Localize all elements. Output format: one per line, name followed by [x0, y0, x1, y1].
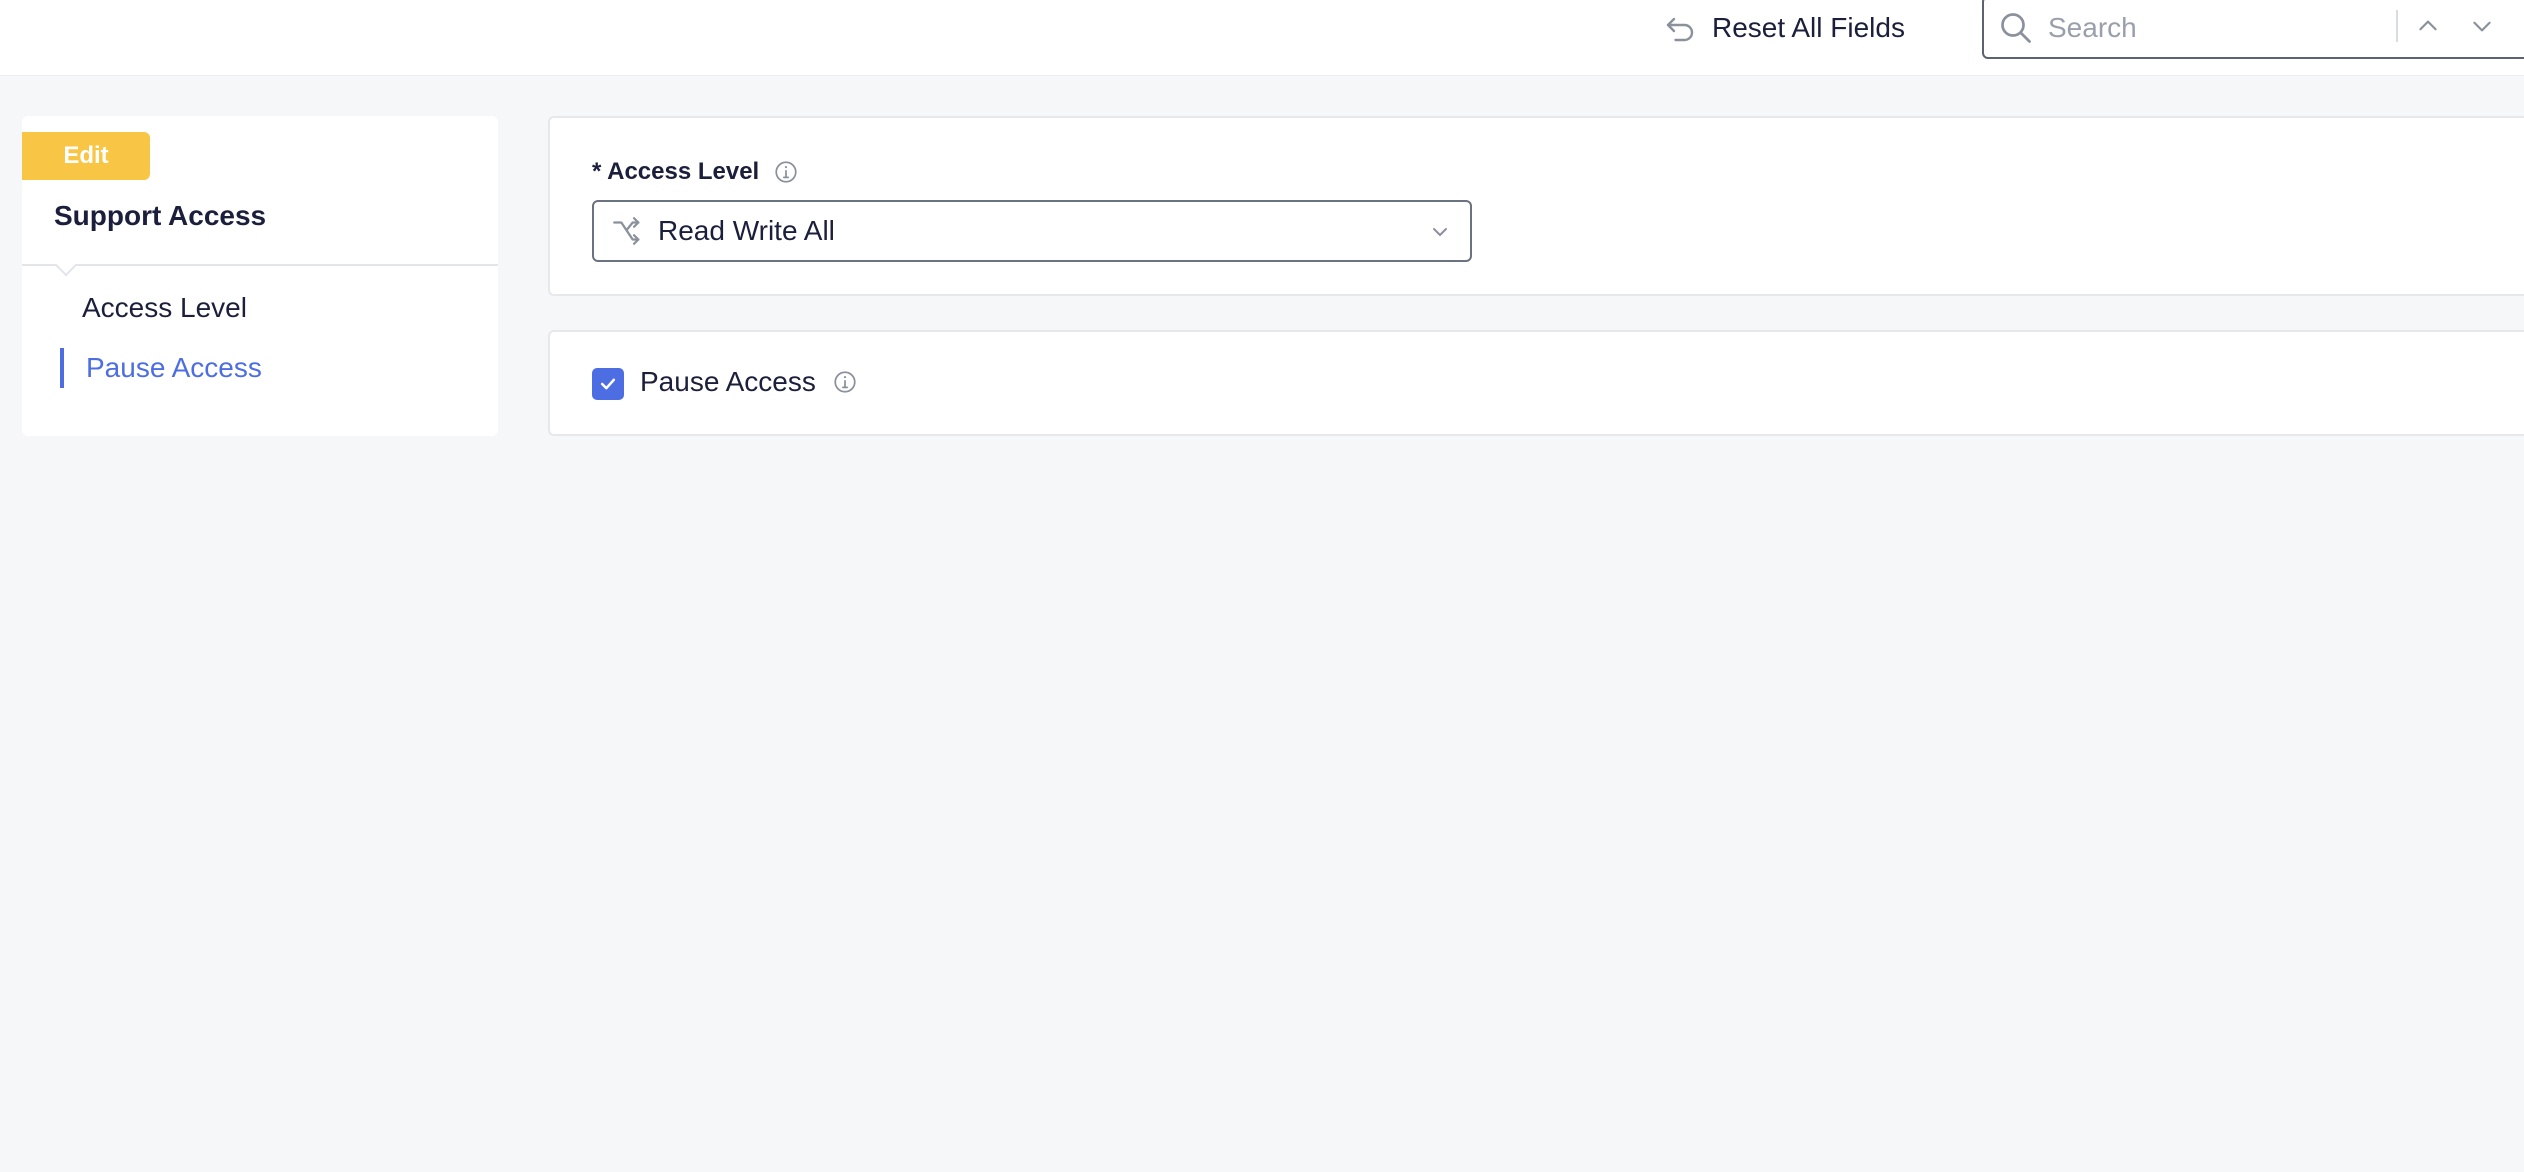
info-icon[interactable] — [773, 159, 799, 185]
search-box[interactable] — [1982, 0, 2524, 59]
access-level-label-row: * Access Level — [592, 158, 799, 186]
nav-item-access-level[interactable]: Access Level — [82, 292, 247, 324]
checkmark-icon — [600, 378, 616, 390]
reset-all-fields-button[interactable]: Reset All Fields — [1662, 8, 1905, 48]
search-divider — [2396, 10, 2398, 42]
access-level-label: * Access Level — [592, 158, 760, 185]
chevron-up-icon — [2419, 20, 2437, 31]
pause-access-card: Pause Access — [548, 330, 2524, 436]
search-input[interactable] — [2048, 11, 2378, 44]
nav-item-pause-access[interactable]: Pause Access — [86, 352, 262, 384]
divider-notch — [54, 253, 78, 277]
search-icon — [2001, 12, 2031, 43]
pause-access-checkbox[interactable] — [592, 368, 624, 400]
edit-badge: Edit — [22, 132, 150, 180]
access-level-select[interactable]: Read Write All — [592, 200, 1472, 262]
reset-all-fields-label: Reset All Fields — [1712, 12, 1905, 43]
section-divider — [22, 264, 498, 266]
access-level-value: Read Write All — [658, 215, 835, 246]
section-navigation-panel: Edit Support Access Access Level Pause A… — [22, 116, 498, 436]
shuffle-icon — [613, 217, 640, 245]
return-arrow-icon — [1666, 17, 1694, 42]
section-title: Support Access — [54, 200, 267, 231]
active-indicator — [60, 348, 64, 388]
previous-match-button[interactable] — [2408, 6, 2448, 46]
chevron-down-icon — [2473, 21, 2491, 32]
chevron-down-icon — [1433, 228, 1447, 236]
access-level-card: * Access Level Read Write All — [548, 116, 2524, 296]
pause-access-label[interactable]: Pause Access — [640, 366, 816, 398]
pause-access-label-row: Pause Access — [640, 366, 858, 398]
info-icon[interactable] — [832, 369, 858, 395]
next-match-button[interactable] — [2462, 6, 2502, 46]
top-bar: Reset All Fields — [0, 0, 2524, 76]
